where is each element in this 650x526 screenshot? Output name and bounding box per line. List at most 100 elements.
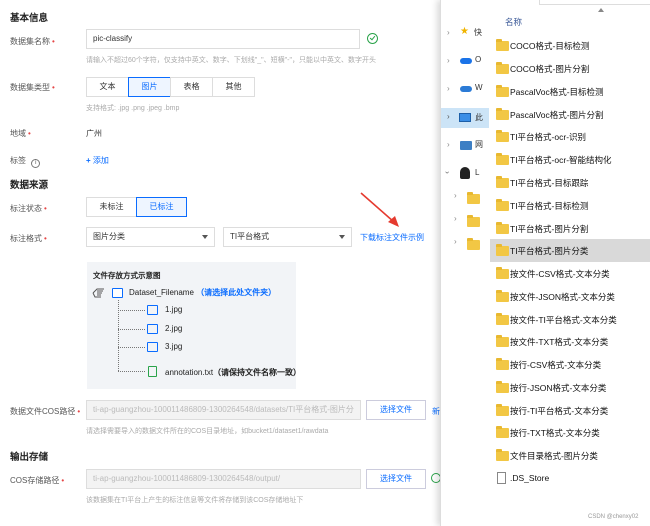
column-header-name[interactable]: 名称 — [505, 16, 522, 28]
nav-linux[interactable]: L — [475, 168, 479, 177]
expand-chevron-icon[interactable]: › — [454, 214, 457, 223]
root-folder-row: Dataset_Filename （请选择此处文件夹） — [129, 287, 276, 298]
structure-diagram: 文件存放方式示意图 Dataset_Filename （请选择此处文件夹） 1.… — [87, 262, 301, 389]
nav-quick-access[interactable]: 快 — [474, 27, 482, 38]
collapse-chevron-icon[interactable]: › — [443, 171, 452, 174]
status-tab-unlabeled[interactable]: 未标注 — [86, 197, 137, 217]
folder-icon — [496, 39, 509, 51]
folder-open-icon — [112, 288, 123, 298]
section-basic-info: 基本信息 — [10, 13, 49, 24]
dataset-type-hint: 支持格式: .jpg .png .jpeg .bmp — [86, 105, 180, 112]
type-tab-image[interactable]: 图片 — [128, 77, 171, 97]
dataset-name-label: 数据集名称 • — [10, 37, 55, 46]
truncated-link[interactable]: 新 — [432, 406, 440, 417]
folder-icon — [496, 358, 509, 370]
output-path-hint: 该数据集在TI平台上产生的标注信息等文件将存储到该COS存储地址下 — [86, 497, 304, 504]
folder-icon[interactable] — [467, 215, 480, 227]
list-item[interactable]: 按行-TI平台格式-文本分类 — [490, 399, 650, 422]
nav-onedrive[interactable]: O — [475, 55, 481, 64]
list-item[interactable]: 按文件-TXT格式-文本分类 — [490, 330, 650, 353]
tree-line — [118, 347, 145, 348]
cloud-icon[interactable] — [460, 58, 472, 64]
info-icon[interactable]: i — [31, 159, 41, 168]
file-row: 2.jpg — [165, 324, 183, 333]
list-item[interactable]: .DS_Store — [490, 467, 650, 490]
list-item[interactable]: TI平台格式-ocr-智能结构化 — [490, 148, 650, 171]
tree-line — [118, 329, 145, 330]
task-type-select[interactable]: 图片分类 — [86, 227, 215, 247]
list-item[interactable]: PascalVoc格式-目标检测 — [490, 80, 650, 103]
cloud-icon[interactable] — [460, 86, 472, 92]
select-file-button[interactable]: 选择文件 — [366, 400, 426, 420]
folder-icon — [496, 244, 509, 256]
type-tab-text[interactable]: 文本 — [86, 77, 129, 97]
list-item[interactable]: 按行-CSV格式-文本分类 — [490, 353, 650, 376]
root-folder-name: Dataset_Filename — [129, 288, 194, 297]
format-select[interactable]: TI平台格式 — [223, 227, 352, 247]
annotation-arrow-icon — [360, 192, 399, 227]
folder-icon — [496, 313, 509, 325]
list-item[interactable]: TI平台格式-图片分割 — [490, 217, 650, 240]
nav-work[interactable]: W — [475, 83, 483, 92]
monitor-icon — [459, 113, 471, 122]
output-path-label: COS存储路径 • — [10, 476, 65, 485]
expand-chevron-icon[interactable]: › — [447, 84, 450, 93]
expand-chevron-icon[interactable]: › — [447, 56, 450, 65]
list-item-selected[interactable]: TI平台格式-图片分类 — [490, 239, 650, 262]
cos-path-input[interactable]: ti-ap-guangzhou-100011486809-1300264548/… — [86, 400, 361, 420]
hand-pointer-icon — [92, 288, 104, 298]
region-value: 广州 — [86, 129, 102, 138]
list-item[interactable]: PascalVoc格式-图片分割 — [490, 103, 650, 126]
linux-icon[interactable] — [460, 167, 470, 179]
section-output-storage: 输出存储 — [10, 452, 49, 463]
folder-icon — [496, 153, 509, 165]
output-path-input[interactable]: ti-ap-guangzhou-100011486809-1300264548/… — [86, 469, 361, 489]
type-tab-other[interactable]: 其他 — [212, 77, 255, 97]
add-tag-link[interactable]: + 添加 — [86, 155, 109, 166]
folder-icon — [496, 176, 509, 188]
expand-chevron-icon[interactable]: › — [454, 191, 457, 200]
sort-chevron-icon[interactable] — [598, 8, 604, 12]
select-output-button[interactable]: 选择文件 — [366, 469, 426, 489]
diagram-title: 文件存放方式示意图 — [93, 271, 161, 280]
folder-icon — [496, 404, 509, 416]
nav-network[interactable]: 网 — [475, 139, 483, 150]
folder-icon — [496, 108, 509, 120]
nav-this-pc[interactable]: › 此 — [441, 108, 489, 128]
dataset-name-input[interactable]: pic-classify — [86, 29, 360, 49]
list-item[interactable]: TI平台格式-目标跟踪 — [490, 171, 650, 194]
expand-chevron-icon[interactable]: › — [447, 28, 450, 37]
list-item[interactable]: COCO格式-图片分割 — [490, 57, 650, 80]
list-item[interactable]: 按文件-JSON格式-文本分类 — [490, 285, 650, 308]
folder-icon — [496, 335, 509, 347]
list-item[interactable]: 按行-TXT格式-文本分类 — [490, 421, 650, 444]
network-icon[interactable] — [460, 141, 472, 150]
list-item[interactable]: COCO格式-目标检测 — [490, 34, 650, 57]
valid-check-icon — [367, 33, 378, 44]
expand-chevron-icon[interactable]: › — [447, 112, 450, 121]
section-data-source: 数据来源 — [10, 180, 49, 191]
status-tab-labeled[interactable]: 已标注 — [136, 197, 187, 217]
list-item[interactable]: 按行-JSON格式-文本分类 — [490, 376, 650, 399]
list-item[interactable]: 按文件-TI平台格式-文本分类 — [490, 308, 650, 331]
list-item[interactable]: 按文件-CSV格式-文本分类 — [490, 262, 650, 285]
list-item[interactable]: TI平台格式-ocr-识别 — [490, 125, 650, 148]
tags-label: 标签 i — [10, 155, 41, 168]
file-row: 1.jpg — [165, 305, 183, 314]
folder-icon[interactable] — [467, 192, 480, 204]
expand-chevron-icon[interactable]: › — [447, 140, 450, 149]
list-item[interactable]: 文件目录格式-图片分类 — [490, 444, 650, 467]
region-label: 地域 • — [10, 129, 31, 138]
folder-icon — [496, 290, 509, 302]
expand-chevron-icon[interactable]: › — [454, 237, 457, 246]
star-icon[interactable]: ★ — [460, 26, 469, 37]
folder-icon[interactable] — [467, 238, 480, 250]
type-tab-table[interactable]: 表格 — [170, 77, 213, 97]
download-sample-link[interactable]: 下载标注文件示例 — [360, 232, 424, 243]
annotation-format-label: 标注格式 • — [10, 234, 47, 243]
navigation-pane: › ★ 快 › O › W › 此 › 网 › L › › › — [441, 20, 489, 280]
image-file-icon — [147, 342, 158, 352]
folder-icon — [496, 199, 509, 211]
list-item[interactable]: TI平台格式-目标检测 — [490, 194, 650, 217]
nav-this-pc-label: 此 — [475, 113, 483, 122]
